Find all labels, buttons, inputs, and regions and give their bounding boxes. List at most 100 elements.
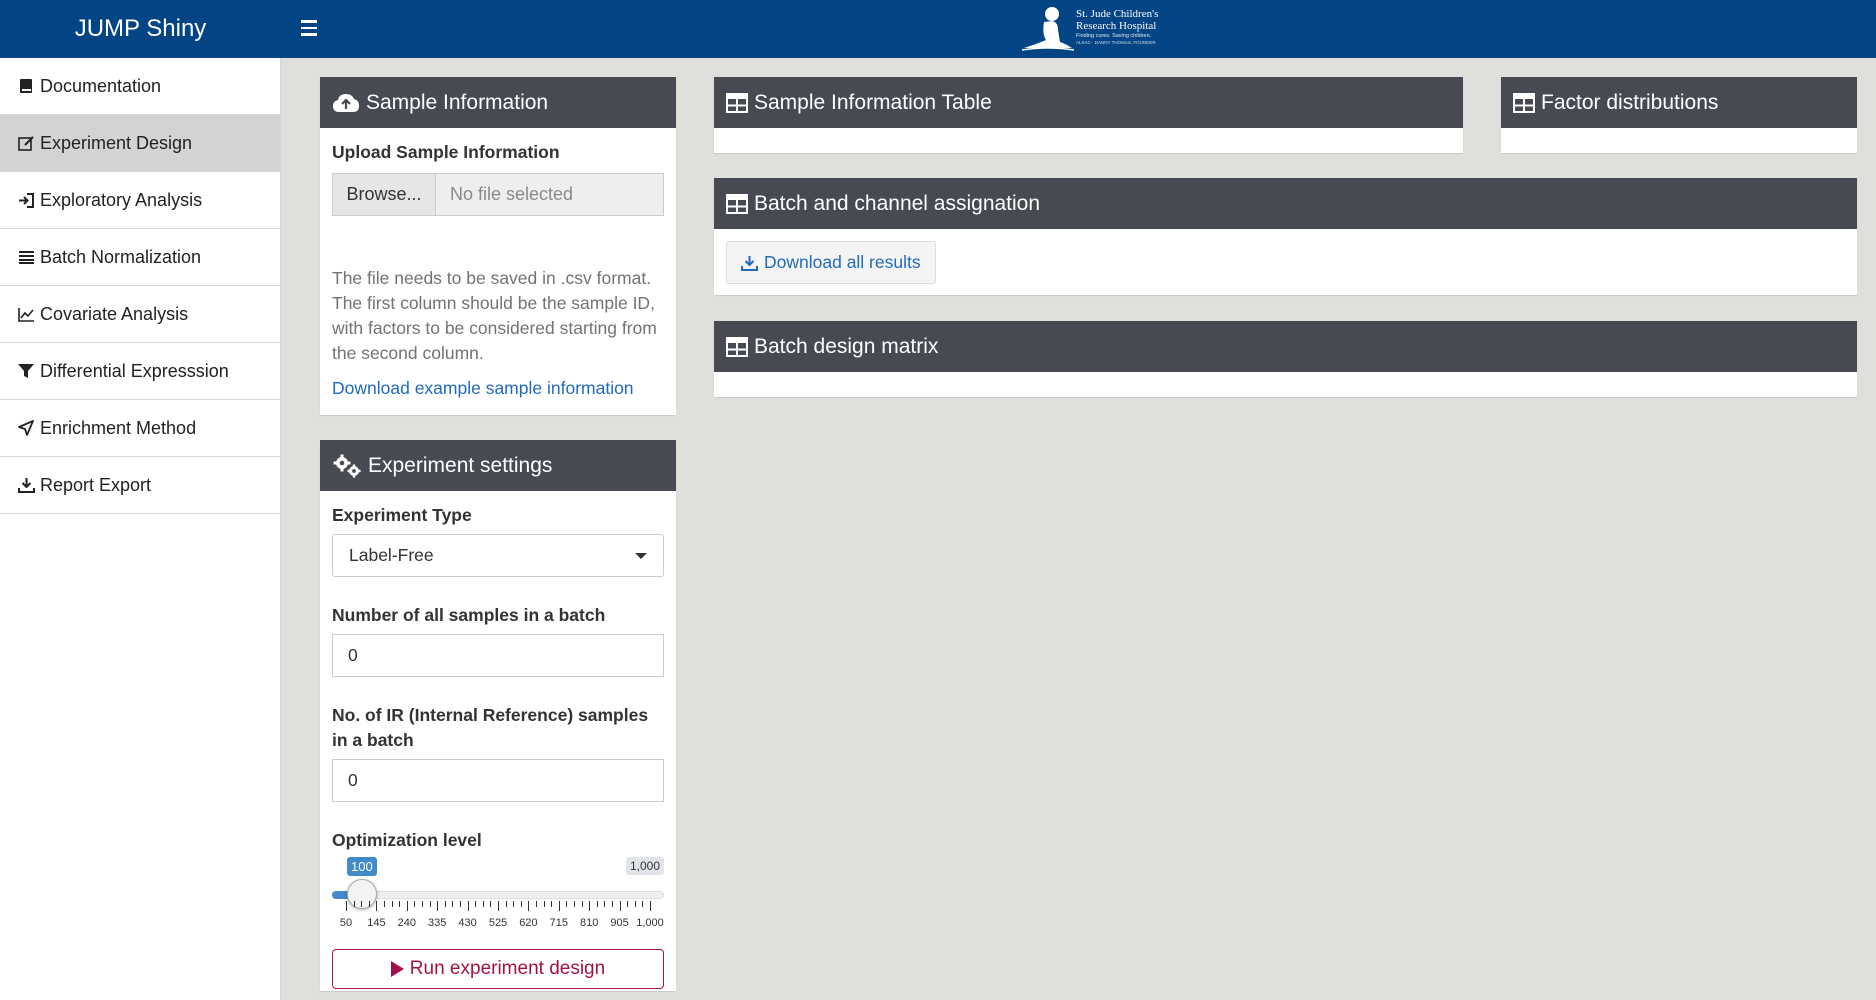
slider-tick-label: 240 (397, 917, 416, 929)
slider-major-tick (589, 901, 591, 911)
slider-major-tick (467, 901, 469, 911)
slider-minor-tick (513, 901, 515, 907)
sample-information-box: Sample Information Upload Sample Informa… (320, 77, 676, 415)
sidebar-item-label: Exploratory Analysis (40, 189, 203, 210)
box-title: Factor distributions (1541, 90, 1719, 114)
sidebar-item-covariate-analysis[interactable]: Covariate Analysis (0, 286, 280, 343)
sidebar-item-documentation[interactable]: Documentation (0, 58, 280, 115)
table-icon (1513, 92, 1535, 113)
sidebar-item-enrichment-method[interactable]: Enrichment Method (0, 400, 280, 457)
app-brand[interactable]: JUMP Shiny (0, 0, 281, 58)
slider-major-tick (376, 901, 378, 911)
gears-icon (332, 454, 362, 478)
slider-max-badge: 1,000 (625, 857, 664, 875)
help-text: The file needs to be saved in .csv forma… (332, 268, 657, 363)
slider-minor-tick (634, 901, 636, 907)
upload-label: Upload Sample Information (332, 142, 560, 162)
slider-minor-tick (604, 901, 606, 907)
ir-samples-input[interactable]: 0 (332, 759, 664, 802)
ir-samples-label: No. of IR (Internal Reference) samples i… (332, 705, 649, 750)
slider-major-tick (437, 901, 439, 911)
experiment-type-select[interactable]: Label-Free (332, 534, 664, 577)
slider-minor-tick (612, 901, 613, 907)
slider-minor-tick (384, 901, 385, 907)
optimization-level-label: Optimization level (332, 830, 482, 850)
optimization-slider[interactable]: 100 1,000 50 145 240 335 430 525 620 715 810 905 1… (332, 857, 664, 937)
factor-distributions-box: Factor distributions (1501, 77, 1857, 153)
edit-icon (17, 134, 35, 152)
slider-major-tick (528, 901, 530, 911)
sidebar: Documentation Experiment Design Explorat… (0, 58, 281, 1000)
slider-tick-label: 810 (580, 917, 599, 929)
slider-minor-tick (460, 901, 461, 907)
list-icon (17, 248, 35, 266)
slider-tick-label: 50 (339, 917, 353, 929)
download-all-results-button[interactable]: Download all results (726, 241, 936, 284)
run-experiment-design-button[interactable]: Run experiment design (332, 949, 664, 989)
slider-minor-tick (452, 901, 454, 907)
box-header: Sample Information (320, 77, 676, 128)
download-icon (741, 255, 758, 271)
table-icon (726, 336, 748, 357)
slider-value-badge: 100 (347, 857, 377, 876)
sidebar-item-label: Enrichment Method (40, 417, 197, 438)
sidebar-item-batch-normalization[interactable]: Batch Normalization (0, 229, 280, 286)
batch-design-matrix-box: Batch design matrix (714, 321, 1857, 397)
run-button-label: Run experiment design (409, 958, 606, 979)
box-title: Sample Information (366, 90, 549, 114)
download-example-link[interactable]: Download example sample information (332, 378, 664, 399)
browse-button[interactable]: Browse... (332, 173, 436, 216)
sidebar-item-experiment-design[interactable]: Experiment Design (0, 115, 280, 172)
slider-ticks (346, 901, 651, 913)
location-arrow-icon (17, 419, 35, 437)
box-title: Sample Information Table (754, 90, 992, 114)
slider-minor-tick (414, 901, 416, 907)
slider-track[interactable] (332, 891, 664, 899)
box-header: Sample Information Table (714, 77, 1463, 128)
slider-tick-label: 430 (458, 917, 477, 929)
download-button-label: Download all results (764, 252, 921, 272)
play-icon (390, 961, 404, 977)
slider-major-tick (650, 901, 651, 911)
slider-tick-label: 145 (367, 917, 386, 929)
slider-minor-tick (429, 901, 431, 907)
table-icon (726, 92, 748, 113)
slider-minor-tick (361, 901, 363, 907)
file-name-field[interactable]: No file selected (436, 173, 664, 216)
slider-minor-tick (505, 901, 507, 907)
file-upload: Browse... No file selected (332, 173, 664, 216)
caret-down-icon (635, 552, 647, 559)
book-icon (17, 77, 35, 95)
sidebar-item-label: Batch Normalization (40, 246, 202, 267)
sidebar-item-label: Covariate Analysis (40, 303, 189, 324)
slider-minor-tick (596, 901, 598, 907)
sidebar-toggle-icon[interactable] (295, 14, 323, 42)
slider-minor-tick (566, 901, 568, 907)
sidebar-item-report-export[interactable]: Report Export (0, 457, 280, 514)
slider-minor-tick (482, 901, 484, 907)
box-header: Batch design matrix (714, 321, 1857, 372)
box-title: Experiment settings (368, 453, 553, 477)
slider-minor-tick (543, 901, 545, 907)
box-title: Batch design matrix (754, 334, 939, 358)
slider-major-tick (619, 901, 621, 911)
samples-per-batch-input[interactable]: 0 (332, 634, 664, 677)
slider-minor-tick (444, 901, 446, 907)
slider-minor-tick (490, 901, 492, 907)
slider-tick-label: 1,000 (636, 917, 664, 929)
slider-major-tick (498, 901, 499, 911)
slider-tick-labels: 50 145 240 335 430 525 620 715 810 905 1,000 (340, 917, 664, 931)
box-header: Batch and channel assignation (714, 178, 1857, 229)
slider-minor-tick (642, 901, 644, 907)
sidebar-item-exploratory-analysis[interactable]: Exploratory Analysis (0, 172, 280, 229)
box-header: Factor distributions (1501, 77, 1857, 128)
sidebar-item-label: Differential Expresssion (40, 360, 229, 381)
selected-value: Label-Free (349, 545, 434, 565)
slider-major-tick (346, 901, 347, 911)
sidebar-item-differential-expression[interactable]: Differential Expresssion (0, 343, 280, 400)
cloud-upload-icon (332, 92, 360, 114)
slider-tick-label: 525 (488, 917, 508, 929)
line-chart-icon (17, 305, 35, 323)
sidebar-item-label: Experiment Design (40, 132, 193, 153)
sidebar-item-label: Report Export (40, 474, 152, 495)
